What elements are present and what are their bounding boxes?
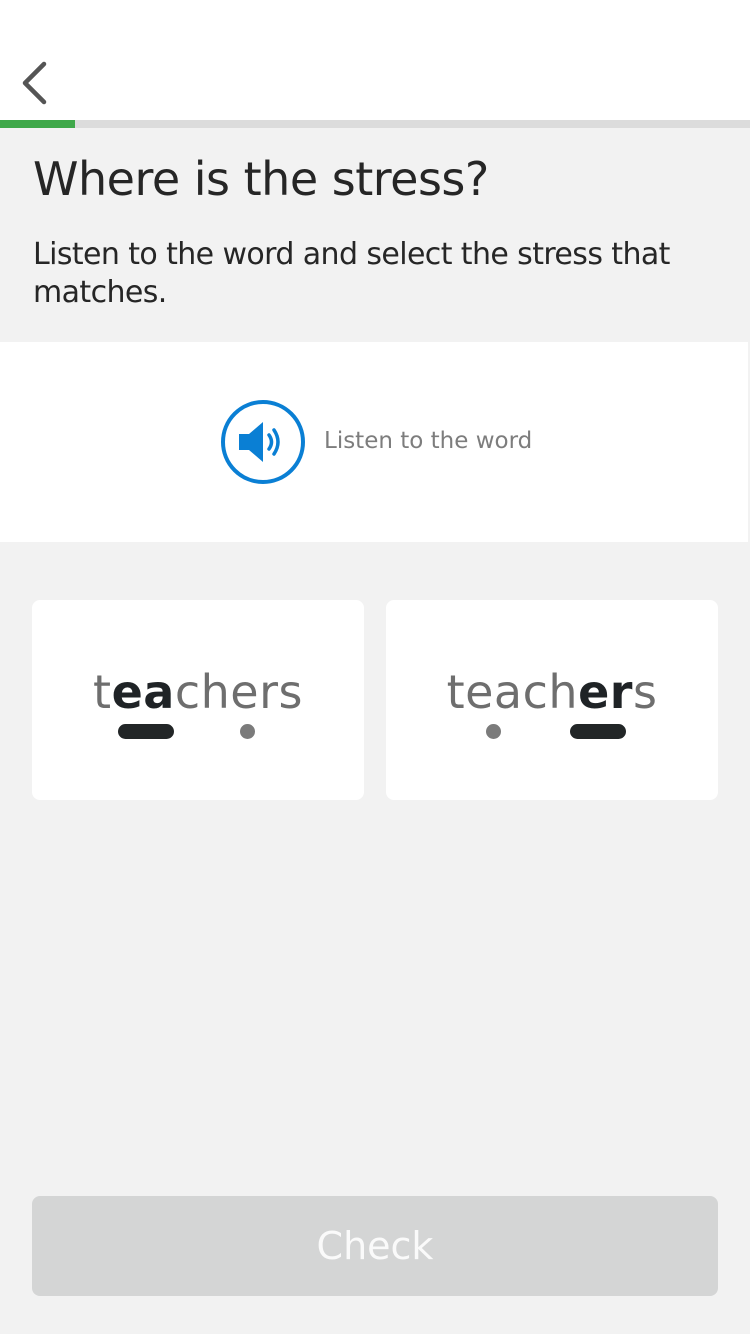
progress-bar-fill bbox=[0, 120, 75, 128]
play-audio-button[interactable] bbox=[221, 400, 305, 484]
option-word: teachers bbox=[386, 664, 718, 720]
stress-option-card-2[interactable]: teachers bbox=[386, 600, 718, 800]
word-part: t bbox=[93, 665, 112, 719]
top-bar bbox=[0, 0, 750, 120]
unstressed-syllable-dot bbox=[486, 724, 501, 739]
check-button[interactable]: Check bbox=[32, 1196, 718, 1296]
unstressed-syllable-dot bbox=[240, 724, 255, 739]
option-word: teachers bbox=[32, 664, 364, 720]
word-part: s bbox=[632, 665, 658, 719]
stressed-syllable: er bbox=[578, 665, 633, 719]
speaker-icon bbox=[239, 422, 280, 462]
stress-option-card-1[interactable]: teachers bbox=[32, 600, 364, 800]
progress-bar bbox=[0, 120, 750, 128]
page-title: Where is the stress? bbox=[33, 152, 489, 206]
word-part: teach bbox=[446, 665, 579, 719]
stressed-syllable: ea bbox=[111, 665, 175, 719]
word-part: chers bbox=[174, 665, 303, 719]
instruction-text: Listen to the word and select the stress… bbox=[33, 237, 670, 310]
stressed-syllable-bar bbox=[570, 724, 626, 739]
chevron-left-icon bbox=[22, 61, 47, 105]
stressed-syllable-bar bbox=[118, 724, 174, 739]
back-button[interactable] bbox=[14, 56, 58, 110]
listen-label: Listen to the word bbox=[324, 428, 533, 454]
listen-panel: Listen to the word bbox=[0, 342, 748, 542]
